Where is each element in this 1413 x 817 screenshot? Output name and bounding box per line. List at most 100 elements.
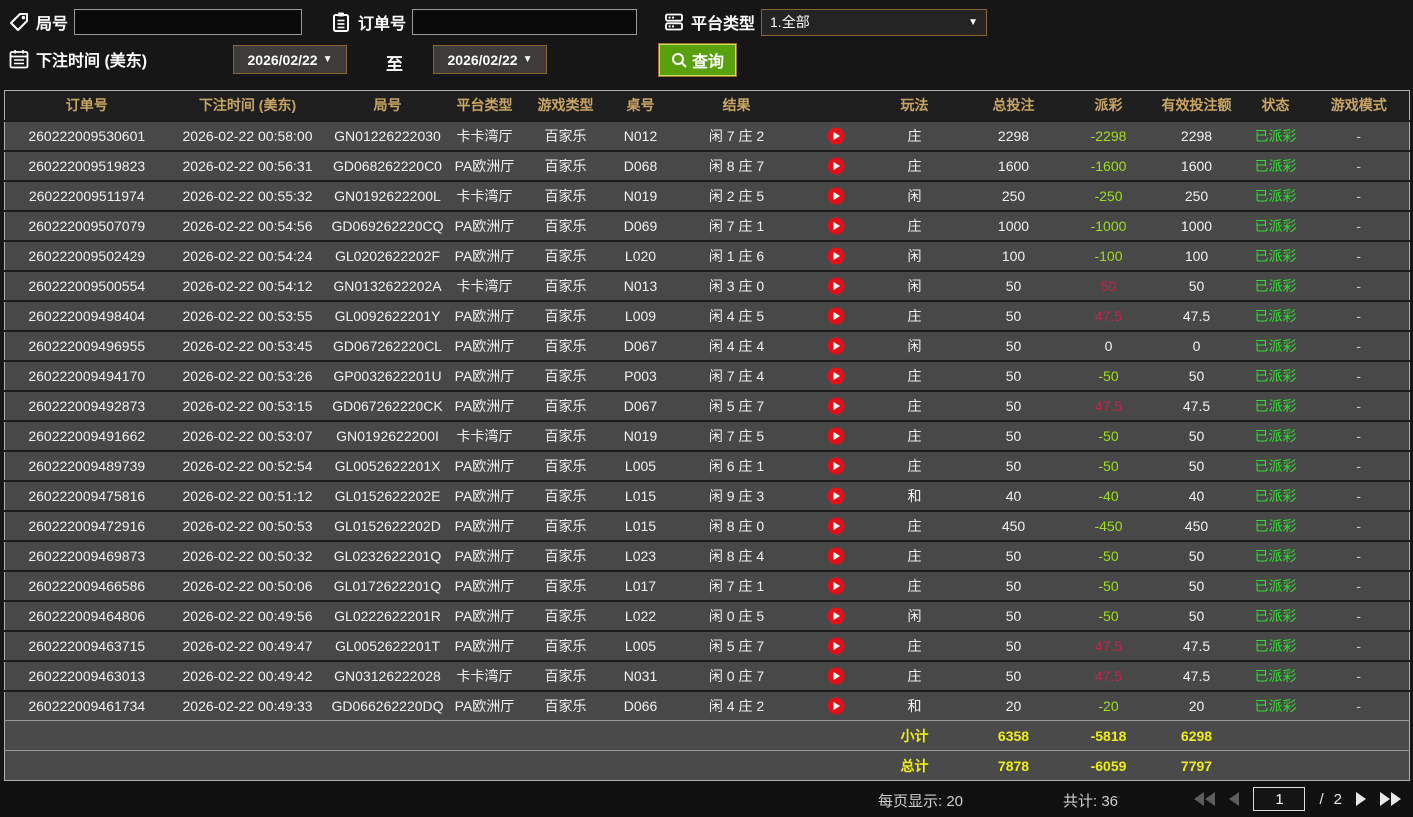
column-header: 派彩: [1067, 91, 1151, 121]
valid-bet-cell: 50: [1151, 571, 1243, 601]
play-type-cell: 庄: [869, 571, 961, 601]
video-play-icon[interactable]: [827, 187, 845, 205]
video-play-icon[interactable]: [827, 337, 845, 355]
video-play-icon[interactable]: [827, 427, 845, 445]
status-cell: 已派彩: [1243, 241, 1309, 271]
game-type-cell: 百家乐: [521, 121, 611, 151]
result-cell: 闲 7 庄 2: [671, 121, 803, 151]
video-play-icon[interactable]: [827, 667, 845, 685]
video-play-icon[interactable]: [827, 157, 845, 175]
play-type-cell: 庄: [869, 361, 961, 391]
payout-cell: 47.5: [1067, 391, 1151, 421]
play-type-cell: 闲: [869, 601, 961, 631]
platform-cell: PA欧洲厅: [449, 571, 521, 601]
prev-page-button[interactable]: [1229, 792, 1239, 806]
total-bet-cell: 250: [961, 181, 1067, 211]
next-page-button[interactable]: [1356, 792, 1366, 806]
time-cell: 2026-02-22 00:49:33: [169, 691, 327, 721]
table-row: 2602220094758162026-02-22 00:51:12GL0152…: [5, 481, 1410, 511]
status-cell: 已派彩: [1243, 601, 1309, 631]
video-play-icon[interactable]: [827, 607, 845, 625]
play-type-cell: 庄: [869, 451, 961, 481]
video-play-icon[interactable]: [827, 697, 845, 715]
video-play-icon[interactable]: [827, 577, 845, 595]
table-no-cell: L005: [611, 451, 671, 481]
video-play-icon[interactable]: [827, 217, 845, 235]
table-row: 2602220094648062026-02-22 00:49:56GL0222…: [5, 601, 1410, 631]
result-cell: 闲 5 庄 7: [671, 391, 803, 421]
valid-bet-cell: 40: [1151, 481, 1243, 511]
video-play-icon[interactable]: [827, 127, 845, 145]
video-cell: [803, 421, 869, 451]
order-cell: 260222009491662: [5, 421, 169, 451]
game-mode-cell: -: [1309, 511, 1410, 541]
time-cell: 2026-02-22 00:49:47: [169, 631, 327, 661]
valid-bet-cell: 450: [1151, 511, 1243, 541]
valid-bet-cell: 2298: [1151, 121, 1243, 151]
valid-bet-cell: 250: [1151, 181, 1243, 211]
game-mode-cell: -: [1309, 301, 1410, 331]
date-from-picker[interactable]: 2026/02/22 ▼: [233, 45, 347, 74]
video-play-icon[interactable]: [827, 277, 845, 295]
video-play-icon[interactable]: [827, 247, 845, 265]
game-id-cell: GN01226222030: [327, 121, 449, 151]
video-play-icon[interactable]: [827, 547, 845, 565]
game-id-cell: GL0052622201T: [327, 631, 449, 661]
game-id-cell: GL0092622201Y: [327, 301, 449, 331]
video-play-icon[interactable]: [827, 307, 845, 325]
total-bet-cell: 1600: [961, 151, 1067, 181]
video-cell: [803, 271, 869, 301]
page-number-input[interactable]: [1253, 787, 1305, 811]
payout-cell: 47.5: [1067, 631, 1151, 661]
total-bet-cell: 50: [961, 301, 1067, 331]
result-cell: 闲 3 庄 0: [671, 271, 803, 301]
valid-bet-cell: 50: [1151, 601, 1243, 631]
total-bet-cell: 50: [961, 631, 1067, 661]
game-id-cell: GL0052622201X: [327, 451, 449, 481]
total-bet-cell: 2298: [961, 121, 1067, 151]
records-table-wrap: 订单号下注时间 (美东)局号平台类型游戏类型桌号结果玩法总投注派彩有效投注额状态…: [4, 90, 1409, 781]
video-play-icon[interactable]: [827, 367, 845, 385]
date-to-picker[interactable]: 2026/02/22 ▼: [433, 45, 547, 74]
video-play-icon[interactable]: [827, 637, 845, 655]
game-id-input[interactable]: [74, 9, 302, 35]
video-play-icon[interactable]: [827, 487, 845, 505]
query-button[interactable]: 查询: [659, 44, 736, 76]
platform-cell: PA欧洲厅: [449, 361, 521, 391]
total-bet-cell: 50: [961, 421, 1067, 451]
table-row: 2602220095306012026-02-22 00:58:00GN0122…: [5, 121, 1410, 151]
magnifier-icon: [671, 52, 688, 69]
order-no-input[interactable]: [412, 9, 637, 35]
total-row: 总计7878-60597797: [5, 751, 1410, 781]
play-type-cell: 庄: [869, 301, 961, 331]
chevron-down-icon: ▼: [323, 54, 333, 65]
time-cell: 2026-02-22 00:54:56: [169, 211, 327, 241]
payout-cell: -1600: [1067, 151, 1151, 181]
time-cell: 2026-02-22 00:50:06: [169, 571, 327, 601]
result-cell: 闲 0 庄 7: [671, 661, 803, 691]
platform-select[interactable]: 1.全部 ▼: [761, 9, 987, 36]
status-cell: 已派彩: [1243, 121, 1309, 151]
sum-label: 小计: [869, 721, 961, 751]
order-cell: 260222009511974: [5, 181, 169, 211]
first-page-button[interactable]: [1194, 792, 1215, 806]
result-cell: 闲 7 庄 5: [671, 421, 803, 451]
last-page-button[interactable]: [1380, 792, 1401, 806]
payout-cell: 47.5: [1067, 661, 1151, 691]
order-cell: 260222009469873: [5, 541, 169, 571]
column-header: 玩法: [869, 91, 961, 121]
order-cell: 260222009530601: [5, 121, 169, 151]
video-play-icon[interactable]: [827, 397, 845, 415]
order-cell: 260222009496955: [5, 331, 169, 361]
table-row: 2602220095119742026-02-22 00:55:32GN0192…: [5, 181, 1410, 211]
video-play-icon[interactable]: [827, 517, 845, 535]
time-cell: 2026-02-22 00:58:00: [169, 121, 327, 151]
order-cell: 260222009461734: [5, 691, 169, 721]
game-id-cell: GD069262220CQ: [327, 211, 449, 241]
platform-cell: 卡卡湾厅: [449, 271, 521, 301]
video-play-icon[interactable]: [827, 457, 845, 475]
game-type-cell: 百家乐: [521, 481, 611, 511]
records-table-header: 订单号下注时间 (美东)局号平台类型游戏类型桌号结果玩法总投注派彩有效投注额状态…: [5, 91, 1410, 121]
payout-cell: -50: [1067, 571, 1151, 601]
video-cell: [803, 481, 869, 511]
